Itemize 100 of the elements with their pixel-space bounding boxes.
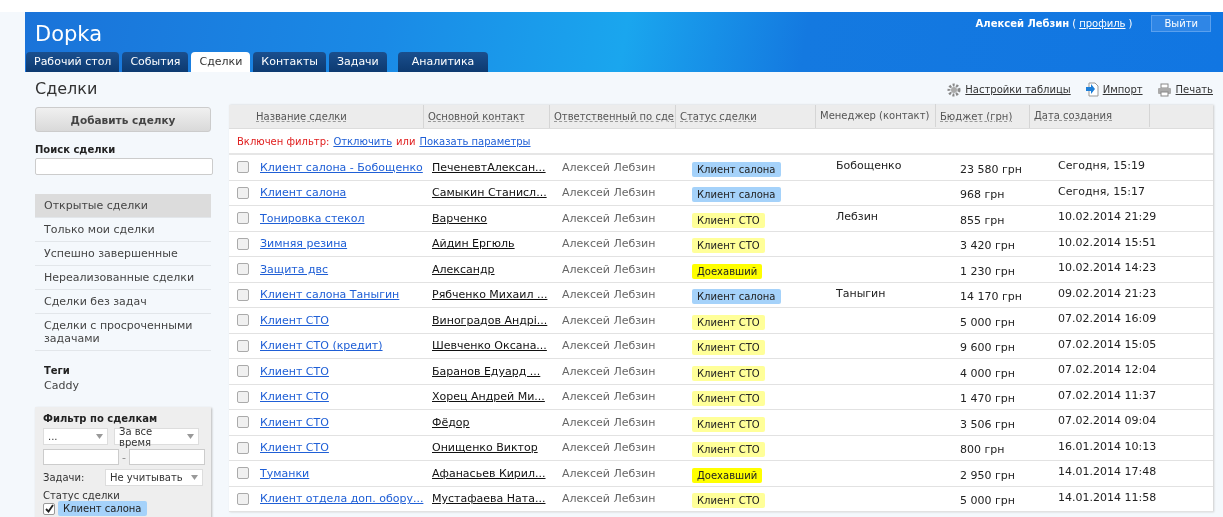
- contact-link[interactable]: Александр: [432, 262, 495, 276]
- column-header[interactable]: Бюджет (грн): [936, 105, 1030, 128]
- view-item[interactable]: Успешно завершенные: [35, 242, 211, 266]
- contact-link[interactable]: ПеченевтАлексан...: [432, 160, 546, 174]
- status-tag: Доехавший: [692, 263, 763, 279]
- table-cell-text: 10.02.2014 14:23: [1057, 261, 1158, 275]
- status-tag: Клиент СТО: [692, 493, 765, 509]
- nav-tab[interactable]: Аналитика: [397, 52, 489, 72]
- row-checkbox[interactable]: [236, 467, 249, 480]
- nav-tab[interactable]: Контакты: [253, 52, 326, 72]
- table-cell: Таныгин: [836, 286, 886, 300]
- deal-link[interactable]: Туманки: [260, 466, 310, 480]
- row-checkbox[interactable]: [236, 288, 249, 301]
- row-checkbox[interactable]: [236, 390, 249, 403]
- contact-link[interactable]: Варченко: [432, 211, 488, 225]
- toolbar-link[interactable]: Настройки таблицы: [947, 82, 1071, 97]
- toolbar-link[interactable]: Печать: [1156, 82, 1213, 97]
- view-item[interactable]: Нереализованные сделки: [35, 266, 211, 290]
- nav-tab[interactable]: События: [122, 52, 189, 72]
- nav-tab[interactable]: Задачи: [329, 52, 387, 72]
- contact-link[interactable]: Самыкин Станисл...: [432, 186, 547, 200]
- view-item[interactable]: Только мои сделки: [35, 218, 211, 242]
- date-from-field[interactable]: [43, 449, 119, 465]
- search-field[interactable]: [35, 158, 213, 175]
- logo: Dopka: [35, 22, 102, 46]
- contact-link[interactable]: Мустафаева Ната...: [432, 492, 546, 506]
- tag-item[interactable]: Caddy: [44, 379, 211, 392]
- logout-button[interactable]: Выйти: [1151, 15, 1211, 32]
- table-cell-text: 5 000 грн: [959, 315, 1016, 329]
- deal-link[interactable]: Клиент СТО: [260, 415, 329, 429]
- deal-link[interactable]: Зимняя резина: [260, 237, 348, 251]
- deal-link[interactable]: Клиент СТО: [260, 313, 329, 327]
- filter-notice: Включен фильтр:: [237, 135, 330, 147]
- contact-link[interactable]: Онищенко Виктор: [432, 441, 538, 455]
- row-checkbox[interactable]: [236, 365, 249, 378]
- dropdown[interactable]: ...: [43, 428, 108, 445]
- disable-filter-link[interactable]: Отключить: [333, 135, 393, 147]
- checkbox[interactable]: [43, 502, 55, 515]
- deal-link[interactable]: Клиент отдела доп. обору...: [260, 492, 424, 506]
- table-cell-text: 07.02.2014 11:37: [1057, 388, 1158, 402]
- deal-link[interactable]: Тонировка стекол: [260, 211, 365, 225]
- table-cell-text: 3 506 грн: [959, 417, 1016, 431]
- row-checkbox[interactable]: [236, 314, 249, 327]
- printer-icon: [1156, 82, 1172, 97]
- row-checkbox[interactable]: [236, 263, 249, 276]
- table-cell-text: Алексей Лебзин: [561, 390, 657, 404]
- view-item[interactable]: Сделки без задач: [35, 290, 211, 314]
- contact-link[interactable]: Фёдор: [432, 415, 470, 429]
- column-header[interactable]: Менеджер (контакт): [816, 103, 936, 127]
- row-checkbox[interactable]: [236, 161, 249, 174]
- status-tag: Клиент СТО: [692, 416, 765, 432]
- row-checkbox[interactable]: [236, 441, 249, 454]
- status-tag: Клиент салона: [58, 501, 147, 516]
- contact-link[interactable]: Шевченко Оксана...: [432, 339, 547, 353]
- tasks-label: Задачи:: [43, 472, 85, 483]
- contact-link[interactable]: Баранов Едуард ...: [432, 364, 541, 378]
- nav-tab[interactable]: Сделки: [191, 52, 251, 72]
- table-cell-text: 4 000 грн: [959, 366, 1016, 380]
- view-item[interactable]: Открытые сделки: [35, 194, 211, 218]
- table-cell-text: 9 600 грн: [959, 341, 1016, 355]
- show-params-link[interactable]: Показать параметры: [419, 135, 531, 147]
- row-checkbox[interactable]: [236, 339, 249, 352]
- contact-link[interactable]: Хорец Андрей Ми...: [432, 390, 545, 404]
- view-item[interactable]: Сделки с просроченными задачами: [35, 314, 211, 351]
- row-checkbox[interactable]: [236, 186, 249, 199]
- column-header[interactable]: Ответственный по сде: [550, 105, 676, 128]
- contact-link[interactable]: Виноградов Андрі...: [432, 313, 548, 327]
- deal-link[interactable]: Клиент СТО (кредит): [260, 339, 383, 353]
- deal-link[interactable]: Клиент СТО: [260, 364, 329, 378]
- status-tag: Клиент СТО: [692, 340, 765, 356]
- deal-link[interactable]: Клиент СТО: [260, 441, 329, 455]
- deal-link[interactable]: Клиент СТО: [260, 390, 329, 404]
- contact-link[interactable]: Афанасьев Кирил...: [432, 466, 546, 480]
- row-checkbox[interactable]: [236, 492, 249, 505]
- table-cell-text: Алексей Лебзин: [561, 492, 657, 506]
- table-cell-text: 1 230 грн: [959, 264, 1016, 278]
- row-checkbox[interactable]: [236, 416, 249, 429]
- deal-link[interactable]: Клиент салона Таныгин: [260, 288, 400, 302]
- add-deal-button[interactable]: Добавить сделку: [35, 107, 211, 132]
- deal-link[interactable]: Защита двс: [260, 262, 329, 276]
- column-header[interactable]: Основной контакт: [424, 105, 550, 128]
- row-checkbox[interactable]: [236, 212, 249, 225]
- contact-link[interactable]: Айдин Ергюль: [432, 237, 515, 251]
- toolbar-link[interactable]: Импорт: [1084, 82, 1143, 97]
- deal-link[interactable]: Клиент салона: [260, 186, 347, 200]
- table-cell-text: Алексей Лебзин: [561, 339, 657, 353]
- deal-link[interactable]: Клиент салона - Бобощенко: [260, 160, 423, 174]
- date-to-field[interactable]: [129, 449, 205, 465]
- column-header[interactable]: Название сделки: [256, 105, 424, 128]
- table-cell-text: 1 470 грн: [959, 392, 1016, 406]
- profile-link[interactable]: профиль: [1079, 18, 1126, 29]
- column-header[interactable]: Статус сделки: [676, 105, 816, 128]
- table-cell-text: 2 950 грн: [959, 468, 1016, 482]
- table-cell-text: 5 000 грн: [959, 494, 1016, 508]
- nav-tab[interactable]: Рабочий стол: [26, 52, 120, 72]
- row-checkbox[interactable]: [236, 237, 249, 250]
- contact-link[interactable]: Рябченко Михаил ...: [432, 288, 548, 302]
- tasks-dropdown[interactable]: Не учитывать: [105, 469, 203, 486]
- column-header[interactable]: Дата создания: [1030, 103, 1150, 127]
- tags-label: Теги: [44, 365, 71, 376]
